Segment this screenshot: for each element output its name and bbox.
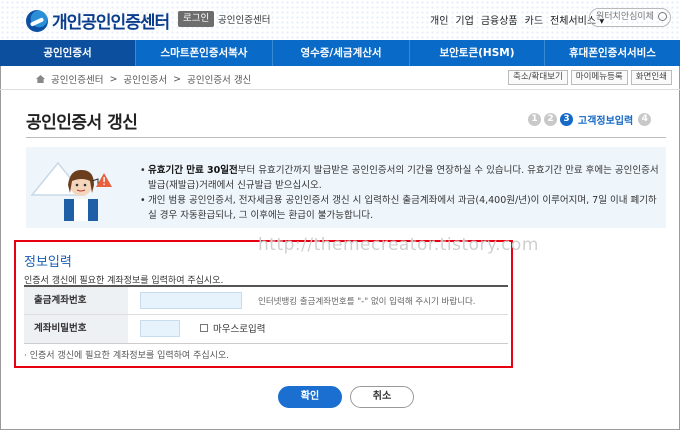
logo-mark-icon	[26, 9, 48, 32]
mouse-input-label[interactable]: 마우스로입력	[213, 321, 265, 335]
breadcrumb-current: 공인인증서 갱신	[187, 75, 252, 86]
breadcrumb-separator: >	[173, 73, 182, 85]
nav-item-smartphone-copy[interactable]: 스마트폰인증서복사	[136, 40, 273, 66]
cancel-button[interactable]: 취소	[350, 386, 414, 408]
link-personal[interactable]: 개인	[430, 12, 448, 27]
account-hint: 인터넷뱅킹 출금계좌번호를 "-" 없이 입력해 주시기 바랍니다.	[258, 297, 476, 307]
notice-item-1: 유효기간 만료 30일전부터 유효기간까지 발급받은 공인인증서의 기간을 연장…	[140, 163, 660, 193]
step-3: 3	[560, 113, 573, 126]
notice-list: 유효기간 만료 30일전부터 유효기간까지 발급받은 공인인증서의 기간을 연장…	[140, 163, 660, 223]
consultant-illustration-icon	[30, 161, 112, 221]
search-icon[interactable]	[658, 12, 667, 21]
link-business[interactable]: 기업	[455, 12, 473, 27]
utility-buttons: 축소/확대보기 마이메뉴등록 화면인쇄	[508, 70, 672, 85]
password-field-cell: 마우스로입력	[128, 315, 508, 343]
section-title: 정보입력	[24, 255, 72, 270]
account-label: 출금계좌번호	[24, 287, 128, 314]
link-card[interactable]: 카드	[525, 12, 543, 27]
breadcrumb-item[interactable]: 공인인증서	[123, 72, 167, 86]
main-nav: 공인인증서 스마트폰인증서복사 영수증/세금계산서 보안토큰(HSM) 휴대폰인…	[0, 40, 680, 66]
my-menu-button[interactable]: 마이메뉴등록	[570, 70, 628, 85]
center-link[interactable]: 공인인증센터	[218, 12, 270, 26]
global-links: 개인 기업 금융상품 카드 전체서비스 ▾	[430, 12, 604, 27]
account-field-cell: 인터넷뱅킹 출금계좌번호를 "-" 없이 입력해 주시기 바랍니다.	[128, 287, 508, 314]
page-title: 공인인증서 갱신	[26, 113, 138, 133]
nav-item-mobile-cert[interactable]: 휴대폰인증서서비스	[545, 40, 680, 66]
form-row-password: 계좌비밀번호 마우스로입력	[24, 315, 508, 343]
search-input[interactable]: 원터치안심이체	[589, 8, 671, 27]
site-header: 개인공인인증센터 로그인 공인인증센터 개인 기업 금융상품 카드 전체서비스 …	[0, 0, 680, 40]
login-button[interactable]: 로그인	[178, 11, 215, 27]
nav-item-hsm[interactable]: 보안토큰(HSM)	[410, 40, 545, 66]
zoom-button[interactable]: 축소/확대보기	[508, 70, 568, 85]
notice-item-1-bold: 유효기간 만료 30일전	[148, 165, 238, 176]
nav-item-receipt[interactable]: 영수증/세금계산서	[273, 40, 410, 66]
account-form: 출금계좌번호 인터넷뱅킹 출금계좌번호를 "-" 없이 입력해 주시기 바랍니다…	[24, 285, 508, 344]
step-1: 1	[528, 113, 541, 126]
link-products[interactable]: 금융상품	[481, 12, 518, 27]
title-divider	[26, 137, 666, 138]
breadcrumb-separator: >	[109, 73, 118, 85]
account-password-input[interactable]	[140, 320, 180, 337]
active-step-label: 고객정보입력	[578, 116, 634, 127]
search-placeholder: 원터치안심이체	[596, 12, 654, 22]
mouse-input-checkbox[interactable]	[200, 324, 208, 332]
step-indicator: 1 2 3 고객정보입력 4	[528, 112, 652, 127]
form-footnote: · 인증서 갱신에 필요한 계좌정보를 입력하여 주십시오.	[24, 351, 230, 361]
form-row-account: 출금계좌번호 인터넷뱅킹 출금계좌번호를 "-" 없이 입력해 주시기 바랍니다…	[24, 287, 508, 315]
step-4: 4	[638, 113, 652, 126]
watermark-text: http://themecreator.tistory.com	[258, 235, 539, 255]
print-button[interactable]: 화면인쇄	[630, 70, 672, 85]
notice-item-2: 개인 범용 공인인증서, 전자세금용 공인인증서 갱신 시 입력하신 출금계좌에…	[140, 193, 660, 223]
account-number-input[interactable]	[140, 292, 242, 309]
home-icon[interactable]	[36, 75, 45, 83]
step-2: 2	[544, 113, 557, 126]
logo-text: 개인공인인증센터	[52, 13, 170, 33]
site-logo[interactable]: 개인공인인증센터	[26, 8, 170, 33]
breadcrumb-item[interactable]: 공인인증센터	[51, 72, 103, 86]
nav-item-certificate[interactable]: 공인인증서	[0, 40, 136, 66]
confirm-button[interactable]: 확인	[278, 386, 342, 408]
breadcrumb: 공인인증센터 > 공인인증서 > 공인인증서 갱신	[36, 72, 251, 86]
notice-box: 유효기간 만료 30일전부터 유효기간까지 발급받은 공인인증서의 기간을 연장…	[26, 147, 666, 228]
breadcrumb-bar: 공인인증센터 > 공인인증서 > 공인인증서 갱신 축소/확대보기 마이메뉴등록…	[0, 66, 680, 90]
password-label: 계좌비밀번호	[24, 315, 128, 343]
